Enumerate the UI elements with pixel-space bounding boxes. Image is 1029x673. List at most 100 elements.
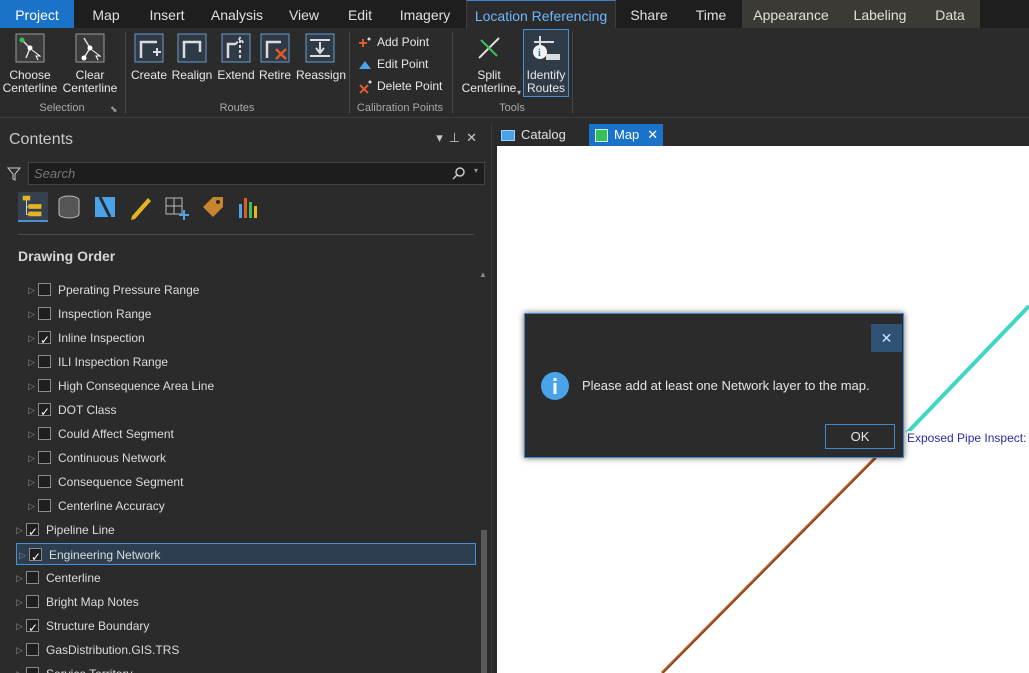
tab-edit[interactable]: Edit <box>338 0 382 28</box>
filter-icon[interactable] <box>7 167 21 181</box>
extend-route-button[interactable]: Extend <box>216 32 256 82</box>
labeling-icon[interactable] <box>198 192 228 222</box>
layer-row[interactable]: ▷ GasDistribution.GIS.TRS <box>14 639 474 661</box>
retire-route-button[interactable]: Retire <box>257 32 293 82</box>
expand-arrow-icon[interactable]: ▷ <box>16 519 24 541</box>
tab-analysis[interactable]: Analysis <box>205 0 269 28</box>
delete-point-button[interactable]: Delete Point <box>357 76 442 96</box>
layer-visibility-checkbox[interactable] <box>26 571 39 584</box>
tab-imagery[interactable]: Imagery <box>393 0 457 28</box>
expand-arrow-icon[interactable]: ▷ <box>28 471 36 493</box>
expand-arrow-icon[interactable]: ▷ <box>28 399 36 421</box>
pane-menu-icon[interactable]: ▾ <box>436 130 449 145</box>
identify-routes-button[interactable]: i Identify Routes <box>523 29 569 97</box>
layer-visibility-checkbox[interactable] <box>38 355 51 368</box>
layer-visibility-checkbox[interactable] <box>38 401 51 423</box>
edit-point-button[interactable]: Edit Point <box>357 54 428 74</box>
expand-arrow-icon[interactable]: ▷ <box>28 375 36 397</box>
layer-row[interactable]: ▷ Pipeline Line <box>14 519 474 543</box>
layer-row[interactable]: ▷ Consequence Segment <box>14 471 474 493</box>
editing-icon[interactable] <box>126 192 156 222</box>
tab-view[interactable]: View <box>282 0 326 28</box>
contents-search-input[interactable] <box>28 162 485 185</box>
scroll-up-icon[interactable]: ▲ <box>479 270 487 279</box>
tab-map[interactable]: Map <box>80 0 132 28</box>
split-dropdown-icon[interactable]: ▾ <box>517 86 521 99</box>
layer-visibility-checkbox[interactable] <box>29 546 42 568</box>
selection-list-icon[interactable] <box>90 192 120 222</box>
layer-row[interactable]: ▷ Bright Map Notes <box>14 591 474 613</box>
clear-centerline-button[interactable]: Clear Centerline <box>62 32 118 95</box>
layer-visibility-checkbox[interactable] <box>26 595 39 608</box>
expand-arrow-icon[interactable]: ▷ <box>28 279 36 301</box>
expand-arrow-icon[interactable]: ▷ <box>16 663 24 673</box>
layer-visibility-checkbox[interactable] <box>38 329 51 351</box>
tab-location-referencing[interactable]: Location Referencing <box>466 0 616 28</box>
tab-map-view[interactable]: Map ✕ <box>589 124 663 146</box>
layer-row[interactable]: ▷ Engineering Network <box>16 543 476 568</box>
layer-row[interactable]: ▷ ILI Inspection Range <box>14 351 474 373</box>
expand-arrow-icon[interactable]: ▷ <box>16 567 24 589</box>
layer-visibility-checkbox[interactable] <box>38 499 51 512</box>
tab-data[interactable]: Data <box>920 0 980 28</box>
layer-visibility-checkbox[interactable] <box>26 617 39 639</box>
realign-route-button[interactable]: Realign <box>171 32 213 82</box>
tab-project[interactable]: Project <box>0 0 74 28</box>
layer-visibility-checkbox[interactable] <box>38 475 51 488</box>
expand-arrow-icon[interactable]: ▷ <box>16 639 24 661</box>
layer-visibility-checkbox[interactable] <box>26 521 39 543</box>
tab-insert[interactable]: Insert <box>140 0 194 28</box>
expand-arrow-icon[interactable]: ▷ <box>28 423 36 445</box>
drawing-order-icon[interactable] <box>18 192 48 222</box>
search-icon[interactable] <box>452 166 466 180</box>
layer-row[interactable]: ▷ DOT Class <box>14 399 474 423</box>
tab-share[interactable]: Share <box>622 0 676 28</box>
expand-arrow-icon[interactable]: ▷ <box>16 591 24 613</box>
expand-arrow-icon[interactable]: ▷ <box>28 303 36 325</box>
expand-arrow-icon[interactable]: ▷ <box>28 447 36 469</box>
split-centerline-button[interactable]: Split Centerline ▾ <box>457 32 521 97</box>
layer-visibility-checkbox[interactable] <box>38 427 51 440</box>
expand-arrow-icon[interactable]: ▷ <box>19 544 27 566</box>
pin-icon[interactable]: ⊥ <box>449 130 466 145</box>
choose-centerline-button[interactable]: Choose Centerline <box>2 32 58 95</box>
expand-arrow-icon[interactable]: ▷ <box>28 327 36 349</box>
layer-row[interactable]: ▷ Continuous Network <box>14 447 474 469</box>
close-map-tab-icon[interactable]: ✕ <box>647 127 658 142</box>
tab-catalog[interactable]: Catalog <box>501 124 587 146</box>
expand-arrow-icon[interactable]: ▷ <box>16 615 24 637</box>
tab-labeling[interactable]: Labeling <box>840 0 920 28</box>
layer-row[interactable]: ▷ Centerline <box>14 567 474 589</box>
layer-row[interactable]: ▷ Service Territory <box>14 663 474 673</box>
layer-row[interactable]: ▷ Structure Boundary <box>14 615 474 639</box>
expand-arrow-icon[interactable]: ▷ <box>28 351 36 373</box>
add-point-button[interactable]: Add Point <box>357 32 429 52</box>
layer-visibility-checkbox[interactable] <box>38 379 51 392</box>
snapping-icon[interactable] <box>162 192 192 222</box>
scrollbar-thumb[interactable] <box>481 530 487 673</box>
expand-arrow-icon[interactable]: ▷ <box>28 495 36 517</box>
create-route-button[interactable]: Create <box>130 32 168 82</box>
contents-scrollbar[interactable]: ▲ <box>478 270 490 673</box>
layer-row[interactable]: ▷ Could Affect Segment <box>14 423 474 445</box>
search-options-icon[interactable]: ▾ <box>474 166 478 175</box>
charts-icon[interactable] <box>234 192 264 222</box>
dialog-close-button[interactable]: ✕ <box>871 324 902 352</box>
reassign-route-button[interactable]: Reassign <box>296 32 346 82</box>
layer-visibility-checkbox[interactable] <box>38 307 51 320</box>
layer-row[interactable]: ▷ Inline Inspection <box>14 327 474 351</box>
layer-row[interactable]: ▷ Centerline Accuracy <box>14 495 474 517</box>
layer-visibility-checkbox[interactable] <box>38 283 51 296</box>
dialog-launcher-icon[interactable]: ⬊ <box>110 104 118 115</box>
layer-row[interactable]: ▷ Inspection Range <box>14 303 474 325</box>
tab-appearance[interactable]: Appearance <box>742 0 840 28</box>
tab-time[interactable]: Time <box>684 0 738 28</box>
layer-visibility-checkbox[interactable] <box>38 451 51 464</box>
layer-visibility-checkbox[interactable] <box>26 643 39 656</box>
close-pane-icon[interactable]: ✕ <box>466 130 483 145</box>
layer-row[interactable]: ▷ Pperating Pressure Range <box>14 279 474 301</box>
layer-visibility-checkbox[interactable] <box>26 667 39 673</box>
layer-row[interactable]: ▷ High Consequence Area Line <box>14 375 474 397</box>
data-source-icon[interactable] <box>54 192 84 222</box>
ok-button[interactable]: OK <box>825 424 895 449</box>
